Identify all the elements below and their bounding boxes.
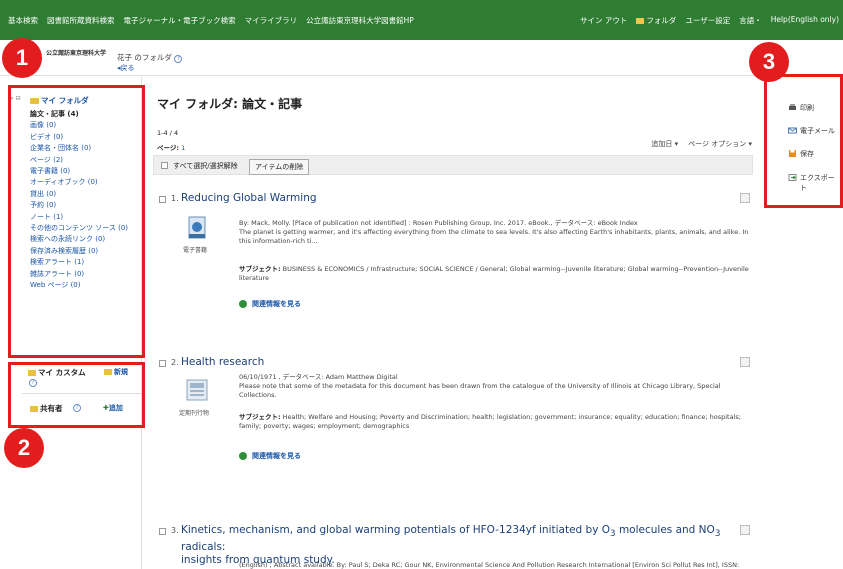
bulk-toolbar: すべて選択/選択解除 アイテムの削除 <box>153 155 753 175</box>
callout-box-tools <box>764 74 843 208</box>
user-settings-link[interactable]: ユーザー設定 <box>685 15 730 26</box>
related-info-link[interactable]: 関連情報を見る <box>239 299 301 309</box>
related-icon <box>239 452 247 460</box>
help-link[interactable]: Help(English only) <box>771 15 839 26</box>
result-type-label: 電子書籍 <box>183 247 208 254</box>
preview-icon[interactable] <box>740 357 750 367</box>
callout-box-custom-shared <box>8 362 145 428</box>
page-header: 公立諏訪東京理科大学 花子 のフォルダ ? ◂戻る <box>0 40 843 76</box>
result-number: 2. <box>171 358 179 367</box>
result-metadata: (English) ; Abstract available. By: Paul… <box>239 561 740 569</box>
top-nav-right: サイン アウト フォルダ ユーザー設定 言語・ Help(English onl… <box>580 15 839 26</box>
result-metadata: By: Mack, Molly. [Place of publication n… <box>239 219 749 245</box>
callout-badge-3: 3 <box>749 42 789 82</box>
periodical-icon[interactable] <box>184 377 210 403</box>
result-checkbox[interactable] <box>159 360 166 367</box>
sign-out-link[interactable]: サイン アウト <box>580 15 627 26</box>
result-subjects: サブジェクト: BUSINESS & ECONOMICS / Infrastru… <box>239 265 749 282</box>
result-number: 3. <box>171 526 179 535</box>
pagination: ページ: 1 <box>157 144 186 152</box>
result-title[interactable]: Health research <box>181 356 264 368</box>
result-checkbox[interactable] <box>159 528 166 535</box>
result-type-label: 定期刊行物 <box>179 410 210 417</box>
university-logo: 公立諏訪東京理科大学 <box>46 50 107 57</box>
result-range: 1-4 / 4 <box>157 129 179 137</box>
nav-ejournal-search[interactable]: 電子ジャーナル・電子ブック検索 <box>124 15 236 26</box>
result-title[interactable]: Reducing Global Warming <box>181 192 317 204</box>
nav-basic-search[interactable]: 基本検索 <box>8 15 38 26</box>
preview-icon[interactable] <box>740 193 750 203</box>
select-all-checkbox[interactable] <box>161 162 168 169</box>
ebook-icon[interactable] <box>184 215 210 241</box>
page-link[interactable]: 1 <box>181 144 185 152</box>
sort-dropdown[interactable]: 追加日 ▾ <box>651 139 678 149</box>
select-all-label[interactable]: すべて選択/選択解除 <box>173 161 238 171</box>
back-link[interactable]: ◂戻る <box>117 63 135 73</box>
result-subjects: サブジェクト: Health; Welfare and Housing; Pov… <box>239 413 741 430</box>
nav-my-library[interactable]: マイライブラリ <box>245 15 298 26</box>
callout-box-folders <box>8 85 145 358</box>
top-navigation-bar: 基本検索 図書館所蔵資料検索 電子ジャーナル・電子ブック検索 マイライブラリ 公… <box>0 0 843 40</box>
delete-items-button[interactable]: アイテムの削除 <box>249 159 310 175</box>
nav-library-hp[interactable]: 公立諏訪東京理科大学図書館HP <box>306 15 414 26</box>
result-number: 1. <box>171 194 179 203</box>
related-info-link[interactable]: 関連情報を見る <box>239 451 301 461</box>
callout-badge-1: 1 <box>2 38 42 78</box>
top-nav-left: 基本検索 図書館所蔵資料検索 電子ジャーナル・電子ブック検索 マイライブラリ 公… <box>8 15 414 26</box>
folder-icon <box>636 18 645 24</box>
result-checkbox[interactable] <box>159 196 166 203</box>
page-title: マイ フォルダ: 論文・記事 <box>157 97 303 111</box>
language-menu[interactable]: 言語・ <box>739 15 762 26</box>
folder-link[interactable]: フォルダ <box>636 15 676 26</box>
callout-badge-2: 2 <box>4 428 44 468</box>
main-content: マイ フォルダ: 論文・記事 1-4 / 4 ページ: 1 追加日 ▾ ページ … <box>150 77 762 569</box>
related-icon <box>239 300 247 308</box>
nav-catalog-search[interactable]: 図書館所蔵資料検索 <box>47 15 115 26</box>
page-options-dropdown[interactable]: ページ オプション ▾ <box>688 139 752 149</box>
list-options: 追加日 ▾ ページ オプション ▾ <box>651 139 752 149</box>
result-metadata: 06/10/1971 , データベース: Adam Matthew Digita… <box>239 373 721 399</box>
folder-title: 花子 のフォルダ ? <box>117 52 183 63</box>
help-icon[interactable]: ? <box>174 55 183 63</box>
preview-icon[interactable] <box>740 525 750 535</box>
